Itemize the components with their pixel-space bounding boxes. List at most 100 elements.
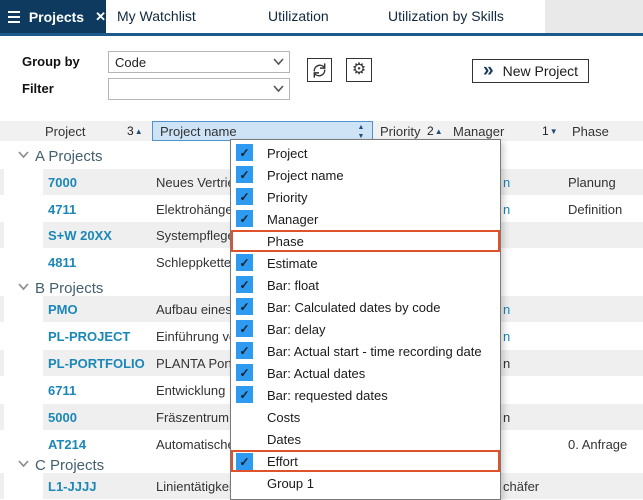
checkmark-icon: ✓ bbox=[239, 456, 249, 468]
manager-cell: n bbox=[503, 329, 510, 344]
row-stripe-edge bbox=[0, 169, 4, 195]
menu-item-group-1[interactable]: Group 1 bbox=[231, 472, 500, 494]
tab-underline bbox=[0, 33, 643, 36]
manager-cell: n bbox=[503, 202, 510, 217]
menu-item-bar-delay[interactable]: ✓ Bar: delay bbox=[231, 318, 500, 340]
menu-item-bar-actual-dates[interactable]: ✓ Bar: Actual dates bbox=[231, 362, 500, 384]
menu-item-label: Project bbox=[267, 146, 307, 161]
menu-item-manager[interactable]: ✓ Manager bbox=[231, 208, 500, 230]
checkmark-icon: ✓ bbox=[239, 191, 249, 203]
menu-item-bar-requested-dates[interactable]: ✓Bar: requested dates bbox=[231, 384, 500, 406]
group-by-value: Code bbox=[115, 55, 146, 70]
tab-bar: Projects ✕ My Watchlist Utilization Utiliz… bbox=[0, 0, 643, 33]
project-name-cell: Linientätigkeit bbox=[156, 479, 236, 494]
project-code-link[interactable]: PL-PROJECT bbox=[48, 329, 130, 344]
project-code-link[interactable]: 4811 bbox=[48, 255, 76, 270]
sort-arrow-icon: ▼ bbox=[550, 127, 558, 136]
project-code-link[interactable]: 6711 bbox=[48, 383, 76, 398]
checkmark-icon: ✓ bbox=[239, 345, 249, 357]
manager-cell: n bbox=[503, 356, 510, 371]
gear-icon: ⚙ bbox=[352, 62, 366, 78]
new-project-label: New Project bbox=[503, 63, 578, 79]
column-header-priority[interactable]: Priority bbox=[380, 124, 420, 139]
collapse-chevron-icon[interactable] bbox=[18, 151, 29, 159]
checkbox-checked[interactable]: ✓ bbox=[236, 166, 253, 183]
tab-projects[interactable]: Projects ✕ bbox=[0, 0, 106, 33]
sort-indicator-project[interactable]: 3▲ bbox=[127, 124, 143, 138]
menu-item-project[interactable]: ✓ Project bbox=[231, 142, 500, 164]
checkmark-icon: ✓ bbox=[239, 367, 249, 379]
project-code-link[interactable]: 7000 bbox=[48, 175, 77, 190]
menu-item-project-name[interactable]: ✓Project name bbox=[231, 164, 500, 186]
checkmark-icon: ✓ bbox=[239, 389, 249, 401]
tab-utilization[interactable]: Utilization bbox=[268, 0, 329, 33]
settings-button[interactable]: ⚙ bbox=[346, 58, 372, 82]
tab-my-watchlist[interactable]: My Watchlist bbox=[117, 0, 196, 33]
menu-item-bar-float[interactable]: ✓Bar: float bbox=[231, 274, 500, 296]
menu-item-phase[interactable]: Phase bbox=[231, 230, 500, 252]
manager-cell: n bbox=[503, 175, 510, 190]
project-code-link[interactable]: PMO bbox=[48, 302, 78, 317]
column-header-project[interactable]: Project bbox=[45, 124, 85, 139]
checkbox-checked[interactable]: ✓ bbox=[236, 276, 253, 293]
checkbox-checked[interactable]: ✓ bbox=[236, 210, 253, 227]
project-code-link[interactable]: 4711 bbox=[48, 202, 76, 217]
menu-item-costs[interactable]: Costs bbox=[231, 406, 500, 428]
manager-cell: n bbox=[503, 302, 510, 317]
project-code-link[interactable]: PL-PORTFOLIO bbox=[48, 356, 145, 371]
project-code-link[interactable]: S+W 20XX bbox=[48, 228, 112, 243]
hamburger-menu-icon[interactable] bbox=[8, 8, 20, 26]
menu-item-effort[interactable]: ✓Effort bbox=[231, 450, 500, 472]
menu-item-priority[interactable]: ✓Priority bbox=[231, 186, 500, 208]
project-code-link[interactable]: L1-JJJJ bbox=[48, 479, 96, 494]
checkbox-checked[interactable]: ✓ bbox=[236, 144, 253, 161]
menu-item-label: Manager bbox=[267, 212, 318, 227]
checkbox-checked[interactable]: ✓ bbox=[236, 254, 253, 271]
project-name-cell: Automatisches bbox=[156, 437, 241, 452]
refresh-button[interactable] bbox=[307, 58, 332, 82]
menu-item-bar-calculated-dates-by-code[interactable]: ✓Bar: Calculated dates by code bbox=[231, 296, 500, 318]
sort-indicator-manager[interactable]: 1▼ bbox=[542, 124, 558, 138]
menu-item-label: Dates bbox=[267, 432, 301, 447]
group-label: B Projects bbox=[35, 280, 103, 297]
checkbox-checked[interactable]: ✓ bbox=[236, 188, 253, 205]
checkmark-icon: ✓ bbox=[239, 301, 249, 313]
row-stripe-edge bbox=[0, 296, 4, 322]
checkbox-checked[interactable]: ✓ bbox=[236, 386, 253, 403]
sort-arrow-icon: ▲ bbox=[435, 127, 443, 136]
manager-cell: n bbox=[503, 410, 510, 425]
tab-utilization-by-skills[interactable]: Utilization by Skills bbox=[388, 0, 504, 33]
menu-item-dates[interactable]: Dates bbox=[231, 428, 500, 450]
checkbox-checked[interactable]: ✓ bbox=[236, 453, 253, 470]
menu-item-label: Bar: delay bbox=[267, 322, 326, 337]
collapse-chevron-icon[interactable] bbox=[18, 460, 29, 468]
project-code-link[interactable]: 5000 bbox=[48, 410, 77, 425]
sort-indicator-priority[interactable]: 2▲ bbox=[427, 124, 443, 138]
sort-number: 2 bbox=[427, 124, 434, 138]
checkbox-checked[interactable]: ✓ bbox=[236, 298, 253, 315]
tab-strip-end bbox=[545, 0, 643, 33]
active-tab-label: Projects bbox=[29, 9, 84, 25]
checkbox-checked[interactable]: ✓ bbox=[236, 342, 253, 359]
collapse-chevron-icon[interactable] bbox=[18, 283, 29, 291]
group-by-select[interactable]: Code bbox=[108, 51, 290, 73]
column-header-manager[interactable]: Manager bbox=[453, 124, 504, 139]
phase-cell: Definition bbox=[568, 202, 622, 217]
table-header: Project 3▲ Project name ▲▼ Priority 2▲ M… bbox=[0, 121, 643, 141]
project-name-cell: Schleppketten bbox=[156, 255, 238, 270]
menu-item-estimate[interactable]: ✓Estimate bbox=[231, 252, 500, 274]
manager-cell: chäfer bbox=[503, 479, 539, 494]
row-stripe-edge bbox=[0, 473, 4, 499]
checkmark-icon: ✓ bbox=[239, 147, 249, 159]
new-project-button[interactable]: » New Project bbox=[472, 59, 589, 83]
checkbox-checked[interactable]: ✓ bbox=[236, 320, 253, 337]
checkbox-checked[interactable]: ✓ bbox=[236, 364, 253, 381]
column-header-project-name[interactable]: Project name ▲▼ bbox=[152, 121, 373, 141]
project-code-link[interactable]: AT214 bbox=[48, 437, 86, 452]
close-tab-icon[interactable]: ✕ bbox=[95, 9, 106, 25]
column-header-phase[interactable]: Phase bbox=[572, 124, 609, 139]
menu-item-bar-actual-start-time-recording-date[interactable]: ✓ Bar: Actual start - time recording date bbox=[231, 340, 500, 362]
filter-select[interactable] bbox=[108, 78, 290, 100]
menu-item-label: Bar: Actual start - time recording date bbox=[267, 344, 482, 359]
menu-item-label: Bar: Actual dates bbox=[267, 366, 365, 381]
